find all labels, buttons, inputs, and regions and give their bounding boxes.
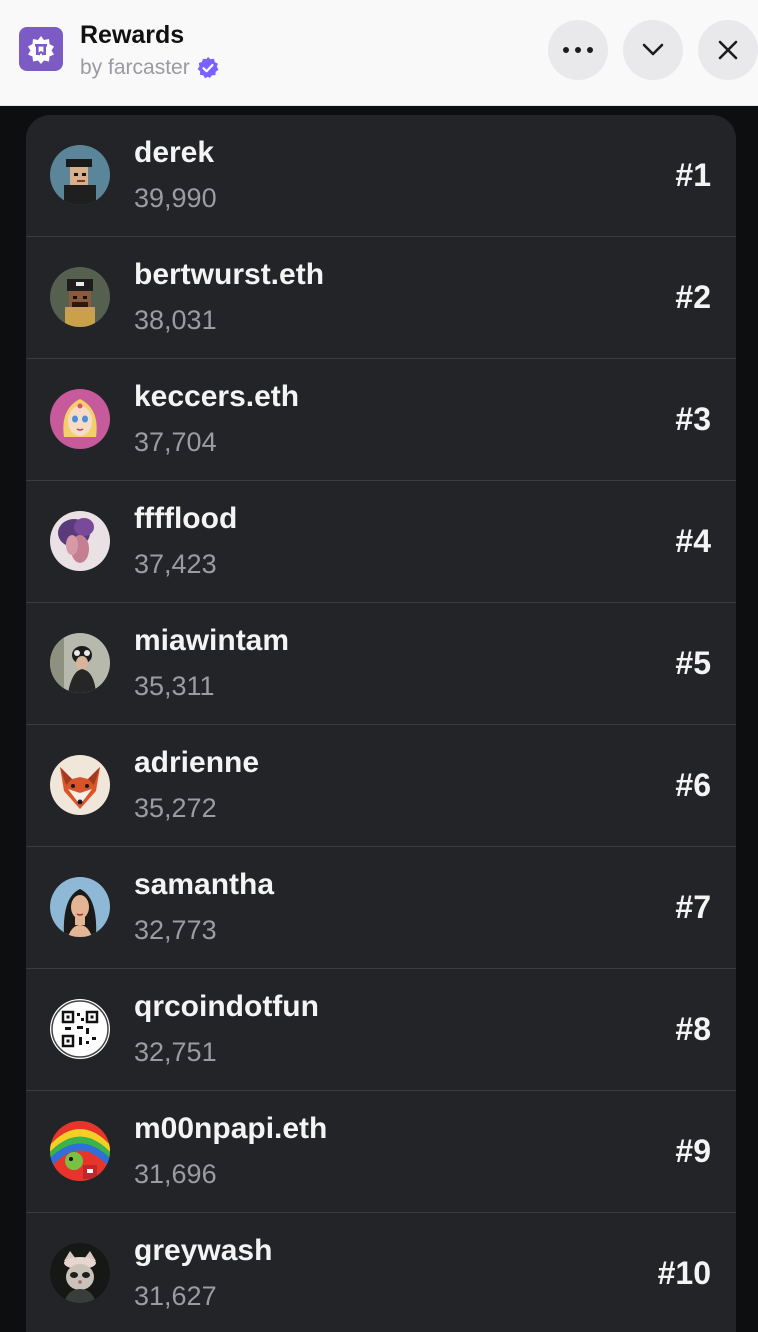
leaderboard-row[interactable]: fffflood 37,423 #4	[26, 481, 736, 603]
leaderboard-list: derek 39,990 #1 bertwurst.eth 38,031 #2	[26, 115, 736, 1332]
username: samantha	[134, 868, 275, 901]
score: 31,696	[134, 1159, 217, 1189]
collapse-button[interactable]	[623, 20, 683, 80]
app-title: Rewards	[80, 21, 185, 49]
close-button[interactable]	[698, 20, 758, 80]
rank-badge: #9	[675, 1133, 711, 1169]
username: keccers.eth	[134, 380, 300, 413]
leaderboard-row[interactable]: keccers.eth 37,704 #3	[26, 359, 736, 481]
anime-avatar	[50, 389, 110, 449]
miniapp-header: Rewards by farcaster	[0, 0, 758, 106]
score: 39,990	[134, 183, 217, 213]
rank-badge: #3	[675, 401, 711, 437]
rank-badge: #1	[675, 157, 711, 193]
leaderboard-row[interactable]: m00npapi.eth 31,696 #9	[26, 1091, 736, 1213]
verified-badge-icon	[196, 56, 220, 80]
username: miawintam	[134, 624, 290, 657]
more-options-button[interactable]	[548, 20, 608, 80]
leaderboard-row[interactable]: derek 39,990 #1	[26, 115, 736, 237]
cat-avatar	[50, 1243, 110, 1303]
leaderboard-row[interactable]: samantha 32,773 #7	[26, 847, 736, 969]
more-horizontal-icon	[563, 47, 593, 53]
app-author-label: by farcaster	[80, 56, 190, 79]
flower-avatar	[50, 511, 110, 571]
score: 37,423	[134, 549, 217, 579]
score: 31,627	[134, 1281, 217, 1311]
leaderboard-row[interactable]: qrcoindotfun 32,751 #8	[26, 969, 736, 1091]
username: adrienne	[134, 746, 260, 779]
rank-badge: #10	[657, 1255, 711, 1291]
rainbow-avatar	[50, 1121, 110, 1181]
leaderboard-row[interactable]: adrienne 35,272 #6	[26, 725, 736, 847]
portrait-avatar	[50, 877, 110, 937]
rank-badge: #7	[675, 889, 711, 925]
pixel-punk-avatar	[50, 145, 110, 205]
close-icon	[718, 40, 738, 60]
qr-code-avatar	[50, 999, 110, 1059]
rank-badge: #6	[675, 767, 711, 803]
rank-badge: #5	[675, 645, 711, 681]
score: 32,751	[134, 1037, 217, 1067]
photo-avatar	[50, 633, 110, 693]
fox-avatar	[50, 755, 110, 815]
username: derek	[134, 136, 215, 169]
leaderboard-row[interactable]: greywash 31,627 #10	[26, 1213, 736, 1332]
rank-badge: #8	[675, 1011, 711, 1047]
leaderboard-row[interactable]: bertwurst.eth 38,031 #2	[26, 237, 736, 359]
username: greywash	[134, 1234, 273, 1267]
pixel-cap-avatar	[50, 267, 110, 327]
score: 38,031	[134, 305, 217, 335]
leaderboard-row[interactable]: miawintam 35,311 #5	[26, 603, 736, 725]
username: fffflood	[134, 502, 238, 535]
app-author: by farcaster	[80, 56, 220, 80]
farcaster-arch-icon	[19, 27, 63, 71]
username: qrcoindotfun	[134, 990, 319, 1023]
chevron-down-icon	[642, 43, 664, 56]
username: m00npapi.eth	[134, 1112, 328, 1145]
rank-badge: #2	[675, 279, 711, 315]
score: 35,272	[134, 793, 217, 823]
score: 37,704	[134, 427, 217, 457]
username: bertwurst.eth	[134, 258, 325, 291]
score: 35,311	[134, 671, 215, 701]
rank-badge: #4	[675, 523, 711, 559]
score: 32,773	[134, 915, 217, 945]
